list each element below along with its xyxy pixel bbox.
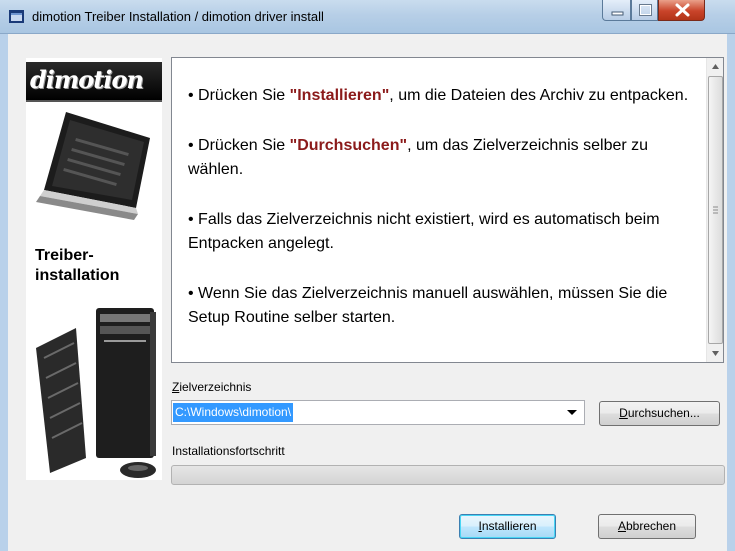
brand-logo: dimotion [30, 65, 144, 94]
instruction-install: • Drücken Sie "Installieren", um die Dat… [188, 62, 698, 108]
instruction-manual-setup: • Wenn Sie das Zielverzeichnis manuell a… [188, 285, 668, 326]
instructions-textbox[interactable]: • Drücken Sie "Installieren", um die Dat… [171, 57, 724, 363]
browse-button[interactable]: Durchsuchen... [599, 401, 720, 426]
target-folder-combobox[interactable]: C:\Windows\dimotion\ [171, 400, 585, 425]
install-keyword: "Installieren" [289, 87, 390, 104]
sidebar-banner: dimotion Treiber- installation [26, 58, 162, 480]
scroll-down-arrow-icon[interactable] [707, 345, 724, 362]
vertical-scrollbar[interactable] [706, 58, 723, 362]
instruction-browse: • Drücken Sie "Durchsuchen", um das Ziel… [188, 134, 698, 182]
instruction-install-suffix: , um die Dateien des Archiv zu entpacken… [389, 87, 689, 104]
cancel-button-accel: A [617, 519, 626, 533]
sidebar-caption: Treiber- installation [35, 246, 119, 286]
browse-keyword: "Durchsuchen" [289, 137, 408, 154]
caption-line-2: installation [35, 267, 120, 284]
desktop-pc-image [36, 308, 156, 478]
cancel-button[interactable]: Abbrechen [598, 514, 696, 539]
close-icon [675, 3, 690, 17]
instruction-auto-create: • Falls das Zielverzeichnis nicht existi… [188, 211, 660, 252]
maximize-button[interactable] [631, 0, 658, 21]
minimize-button[interactable] [602, 0, 631, 21]
dropdown-arrow-icon[interactable] [567, 410, 577, 415]
instruction-browse-prefix: • Drücken Sie [188, 137, 290, 154]
target-folder-label: Zielverzeichnis [172, 380, 251, 394]
instructions-content: • Drücken Sie "Installieren", um die Dat… [188, 62, 698, 330]
scroll-up-arrow-icon[interactable] [707, 58, 724, 75]
grip-icon [713, 206, 718, 214]
close-button[interactable] [658, 0, 705, 21]
browse-button-label: urchsuchen... [627, 406, 700, 420]
caption-line-1: Treiber- [35, 247, 94, 264]
logo-banner: dimotion [26, 62, 162, 102]
laptop-image [36, 112, 150, 220]
instruction-install-prefix: • Drücken Sie [188, 87, 290, 104]
install-button[interactable]: Installieren [459, 514, 556, 539]
target-folder-value[interactable]: C:\Windows\dimotion\ [173, 403, 294, 422]
app-icon [9, 10, 24, 23]
maximize-icon [639, 4, 652, 16]
cancel-button-label: bbrechen [625, 519, 677, 533]
target-folder-label-rest: ielverzeichnis [179, 380, 252, 394]
minimize-icon [611, 11, 624, 16]
install-button-label: nstallieren [481, 519, 537, 533]
browse-button-accel: D [619, 406, 628, 420]
progress-label: Installationsfortschritt [172, 444, 285, 458]
title-bar[interactable]: dimotion Treiber Installation / dimotion… [0, 0, 735, 34]
scroll-thumb[interactable] [708, 76, 723, 344]
install-progress-bar [171, 465, 725, 485]
window-title: dimotion Treiber Installation / dimotion… [32, 9, 324, 24]
